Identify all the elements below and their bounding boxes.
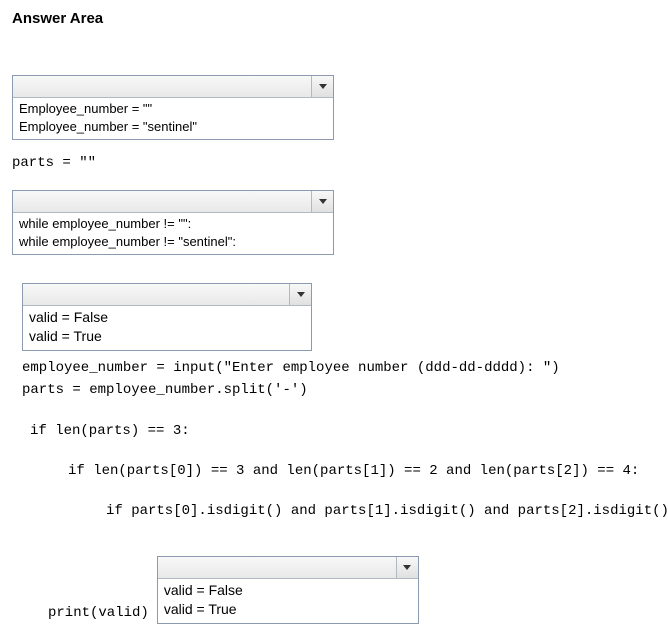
chevron-down-icon[interactable] xyxy=(311,191,333,212)
dropdown-option[interactable]: while employee_number != "sentinel": xyxy=(19,233,327,251)
code-line: parts = employee_number.split('-') xyxy=(22,381,656,399)
code-line: parts = "" xyxy=(12,154,656,172)
dropdown-header xyxy=(23,284,311,306)
page-title: Answer Area xyxy=(12,10,656,27)
code-line: if parts[0].isdigit() and parts[1].isdig… xyxy=(106,502,656,520)
dropdown-valid-set[interactable]: valid = False valid = True xyxy=(157,556,419,624)
dropdown-option[interactable]: while employee_number != "": xyxy=(19,215,327,233)
dropdown-option[interactable]: valid = False xyxy=(29,308,305,327)
dropdown-header xyxy=(158,557,418,579)
dropdown-options: valid = False valid = True xyxy=(23,306,311,350)
dropdown-option[interactable]: Employee_number = "" xyxy=(19,100,327,118)
dropdown-options: valid = False valid = True xyxy=(158,579,418,623)
code-line: if len(parts[0]) == 3 and len(parts[1]) … xyxy=(68,462,656,480)
dropdown-employee-init[interactable]: Employee_number = "" Employee_number = "… xyxy=(12,75,334,140)
chevron-down-icon[interactable] xyxy=(396,557,418,578)
dropdown-options: Employee_number = "" Employee_number = "… xyxy=(13,98,333,139)
code-line: if len(parts) == 3: xyxy=(30,422,656,440)
dropdown-option[interactable]: Employee_number = "sentinel" xyxy=(19,118,327,136)
bottom-row: print(valid) valid = False valid = True xyxy=(48,556,656,626)
dropdown-option[interactable]: valid = True xyxy=(164,600,412,619)
code-line: print(valid) xyxy=(48,604,149,626)
dropdown-while-condition[interactable]: while employee_number != "": while emplo… xyxy=(12,190,334,255)
dropdown-header xyxy=(13,76,333,98)
dropdown-header xyxy=(13,191,333,213)
dropdown-valid-init[interactable]: valid = False valid = True xyxy=(22,283,312,351)
dropdown-option[interactable]: valid = False xyxy=(164,581,412,600)
code-line: employee_number = input("Enter employee … xyxy=(22,359,656,377)
chevron-down-icon[interactable] xyxy=(289,284,311,305)
chevron-down-icon[interactable] xyxy=(311,76,333,97)
dropdown-options: while employee_number != "": while emplo… xyxy=(13,213,333,254)
dropdown-option[interactable]: valid = True xyxy=(29,327,305,346)
